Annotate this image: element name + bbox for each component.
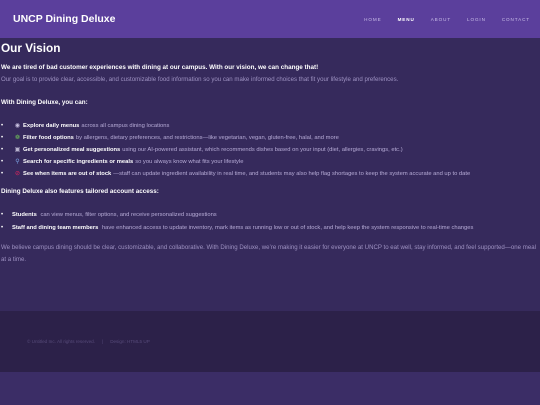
- feature-title: Search for specific ingredients or meals: [23, 159, 134, 166]
- magnifier-icon: ⚲: [15, 159, 20, 166]
- feature-text: using our AI-powered assistant, which re…: [122, 147, 403, 154]
- list-item: • Students can view menus, filter option…: [1, 209, 539, 221]
- bullet-icon: •: [1, 171, 4, 178]
- list-item: • ▣ Get personalized meal suggestions us…: [1, 144, 539, 156]
- feature-title: Filter food options: [23, 135, 74, 142]
- page-title: Our Vision: [1, 41, 61, 55]
- lead-text: We are tired of bad customer experiences…: [1, 64, 319, 71]
- nav-menu[interactable]: MENU: [398, 17, 415, 22]
- features-heading: With Dining Deluxe, you can:: [1, 99, 88, 106]
- copyright-text: © Untitled Inc. All rights reserved.: [27, 339, 95, 344]
- feature-text: —staff can update ingredient availabilit…: [113, 171, 471, 178]
- accounts-heading: Dining Deluxe also features tailored acc…: [1, 188, 159, 196]
- feature-list: • ◉ Explore daily menus across all campu…: [1, 120, 539, 180]
- page-bottom-band: [0, 372, 540, 405]
- list-item: • Staff and dining team members have enh…: [1, 222, 539, 234]
- account-text: can view menus, filter options, and rece…: [40, 212, 217, 219]
- nav-login[interactable]: LOGIN: [467, 17, 486, 22]
- site-footer: © Untitled Inc. All rights reserved. | D…: [0, 311, 540, 372]
- robot-icon: ▣: [14, 147, 21, 154]
- account-text: have enhanced access to update inventory…: [101, 224, 474, 231]
- plate-icon: ◉: [14, 123, 21, 129]
- main-content: Our Vision We are tired of bad customer …: [0, 38, 540, 311]
- design-credit-link[interactable]: Design: HTML5 UP: [110, 339, 150, 344]
- nav-contact[interactable]: CONTACT: [502, 17, 530, 22]
- list-item: • ⊘ See when items are out of stock —sta…: [1, 168, 539, 180]
- list-item: • ⚲ Search for specific ingredients or m…: [1, 156, 539, 168]
- bullet-icon: •: [1, 147, 4, 154]
- footer-separator: |: [101, 339, 104, 344]
- main-nav: HOME MENU ABOUT LOGIN CONTACT: [348, 17, 530, 22]
- bullet-icon: •: [1, 212, 4, 219]
- feature-text: so you always know what fits your lifest…: [135, 159, 244, 166]
- feature-title: See when items are out of stock: [23, 171, 112, 178]
- list-item: • ❁ Filter food options by allergens, di…: [1, 132, 539, 144]
- bullet-icon: •: [1, 159, 4, 166]
- account-list: • Students can view menus, filter option…: [1, 209, 539, 233]
- list-item: • ◉ Explore daily menus across all campu…: [1, 120, 539, 132]
- feature-title: Get personalized meal suggestions: [23, 147, 121, 154]
- intro-text: Our goal is to provide clear, accessible…: [1, 76, 399, 83]
- account-title: Students: [12, 212, 37, 219]
- nav-about[interactable]: ABOUT: [431, 17, 451, 22]
- feature-title: Explore daily menus: [23, 123, 80, 129]
- feature-text: across all campus dining locations: [81, 123, 170, 129]
- site-logo[interactable]: UNCP Dining Deluxe: [13, 13, 116, 25]
- bullet-icon: •: [1, 123, 4, 129]
- prohibited-icon: ⊘: [14, 171, 21, 178]
- nav-home[interactable]: HOME: [364, 17, 381, 22]
- account-title: Staff and dining team members: [12, 224, 99, 231]
- leaf-icon: ❁: [14, 135, 21, 142]
- bullet-icon: •: [1, 135, 4, 142]
- feature-text: by allergens, dietary preferences, and r…: [75, 135, 339, 142]
- site-header: UNCP Dining Deluxe HOME MENU ABOUT LOGIN…: [0, 0, 540, 38]
- bullet-icon: •: [1, 224, 4, 231]
- closing-text: We believe campus dining should be clear…: [1, 243, 536, 264]
